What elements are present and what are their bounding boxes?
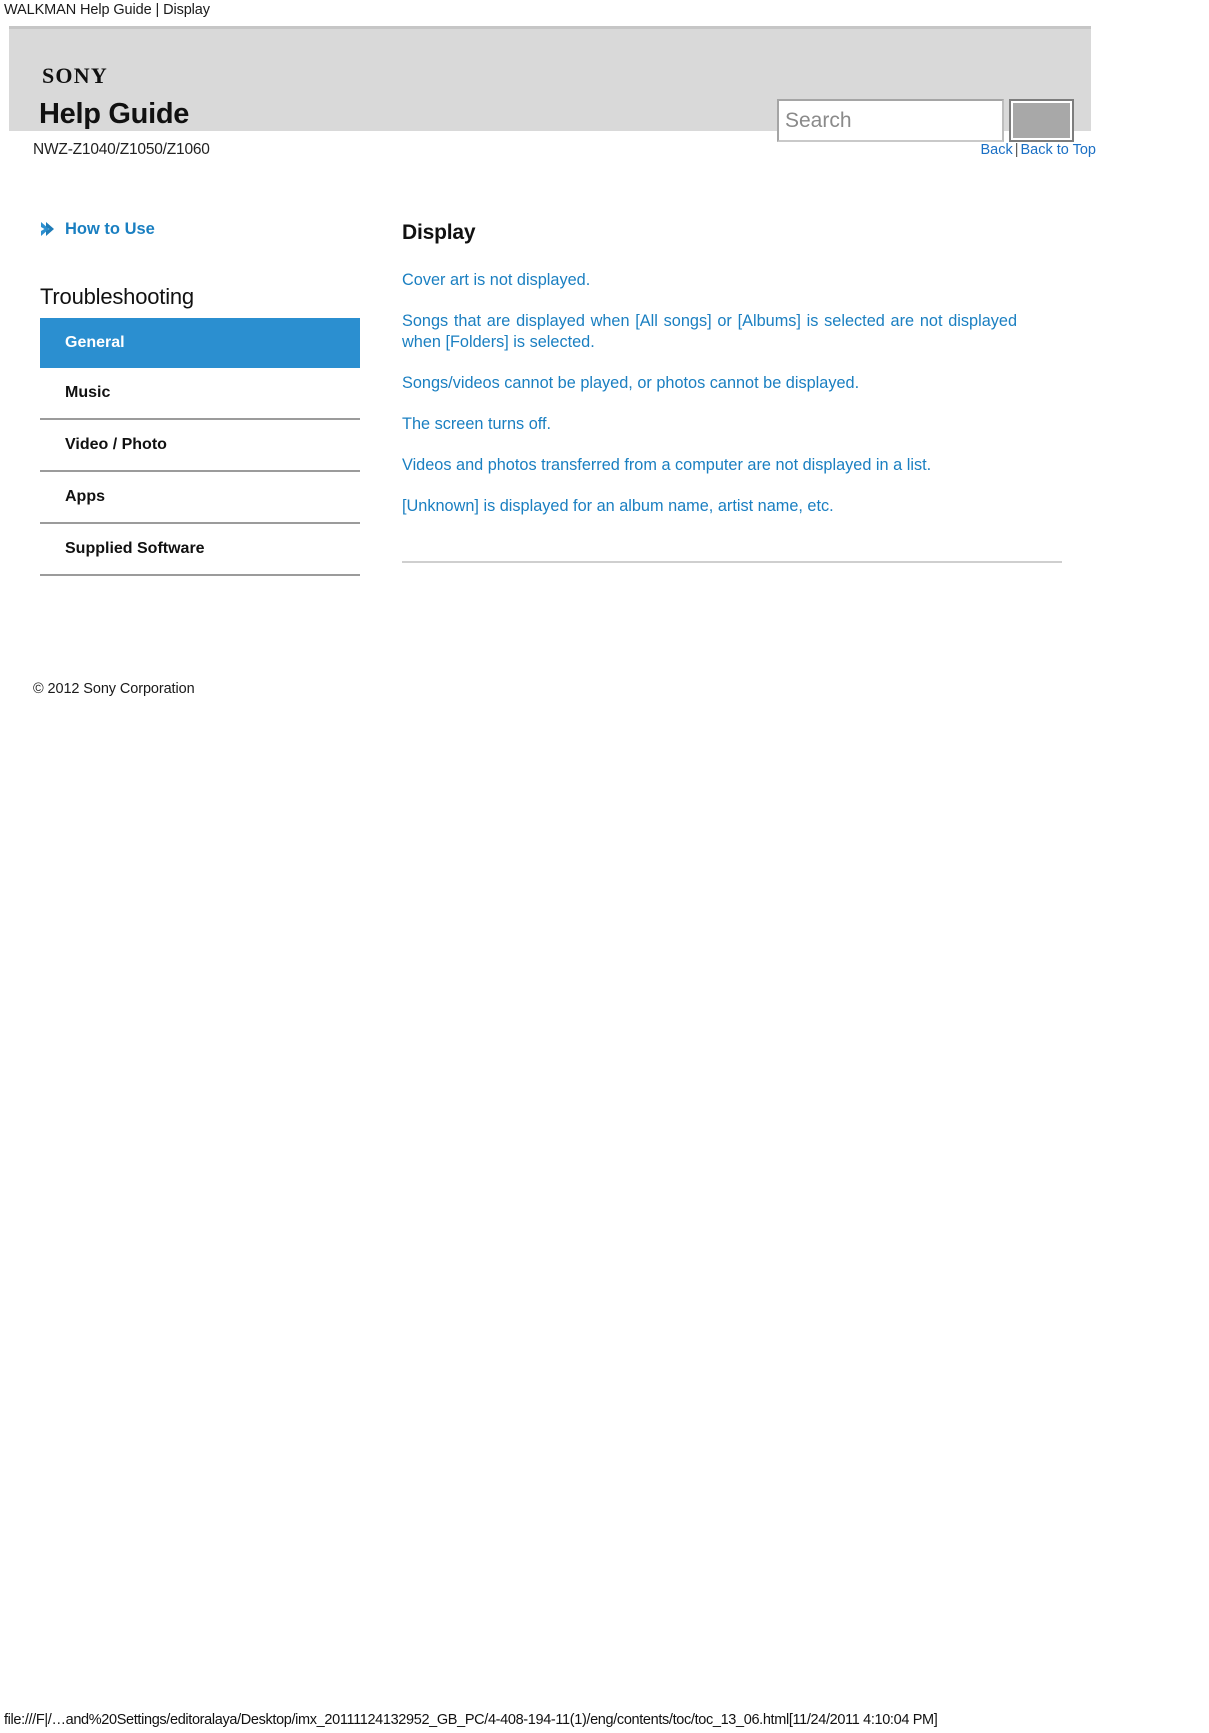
content-heading: Display (402, 221, 476, 244)
topic-link[interactable]: Songs that are displayed when [All songs… (402, 311, 1017, 353)
main-content: Display Cover art is not displayed. Song… (402, 220, 1062, 571)
sidebar-item-general[interactable]: General (40, 318, 360, 368)
topic-link[interactable]: Songs/videos cannot be played, or photos… (402, 373, 1062, 394)
sidebar-section-heading: Troubleshooting (40, 284, 194, 309)
search-input[interactable] (777, 99, 1004, 142)
search-submit-button[interactable] (1009, 99, 1074, 142)
sidebar: How to Use Troubleshooting General Music… (40, 218, 360, 576)
site-header: SONY Help Guide (9, 26, 1091, 142)
topic-link[interactable]: Cover art is not displayed. (402, 270, 1062, 291)
sidebar-item-supplied-software[interactable]: Supplied Software (40, 524, 360, 576)
copyright-text: © 2012 Sony Corporation (33, 681, 195, 697)
sidebar-item-apps[interactable]: Apps (40, 472, 360, 524)
sidebar-item-label: How to Use (65, 220, 155, 238)
sony-logo: SONY (42, 63, 108, 88)
back-to-top-link[interactable]: Back to Top (1020, 142, 1096, 158)
search-area (777, 99, 1074, 142)
sidebar-nav-list: General Music Video / Photo Apps Supplie… (40, 318, 360, 576)
sidebar-item-video-photo[interactable]: Video / Photo (40, 420, 360, 472)
help-guide-title: Help Guide (39, 98, 190, 130)
sidebar-item-how-to-use[interactable]: How to Use (40, 218, 360, 240)
model-number: NWZ-Z1040/Z1050/Z1060 (33, 141, 210, 158)
page-title: WALKMAN Help Guide | Display (4, 2, 210, 18)
sidebar-item-music[interactable]: Music (40, 368, 360, 420)
content-divider (402, 561, 1062, 563)
topic-link[interactable]: The screen turns off. (402, 414, 1062, 435)
chevron-right-icon (40, 221, 56, 237)
back-link[interactable]: Back (980, 142, 1012, 158)
topic-link[interactable]: [Unknown] is displayed for an album name… (402, 496, 1062, 517)
topic-link[interactable]: Videos and photos transferred from a com… (402, 455, 1062, 476)
footer-url: file:///F|/…and%20Settings/editoralaya/D… (4, 1712, 938, 1728)
header-nav-links: Back | Back to Top (980, 142, 1096, 158)
